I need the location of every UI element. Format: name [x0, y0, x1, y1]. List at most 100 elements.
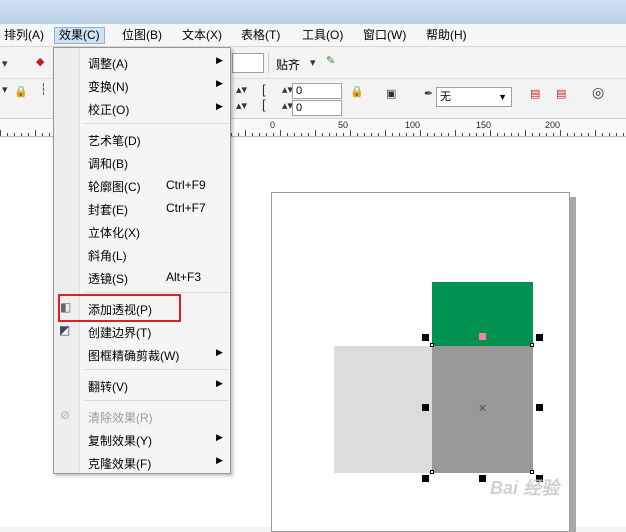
menu-item-label: 调和(B) — [88, 157, 128, 171]
menu-item-label: 轮廓图(C) — [88, 180, 141, 194]
ruler-tick — [357, 133, 358, 136]
to-front-icon[interactable]: ▤ — [530, 89, 540, 100]
menu-item-label: 图框精确剪裁(W) — [88, 349, 180, 363]
submenu-arrow-icon: ▶ — [216, 101, 223, 111]
ruler-tick — [462, 133, 463, 136]
dropdown-arrow-icon[interactable]: ▾ — [2, 85, 8, 96]
menu-item-label: 清除效果(R) — [88, 411, 153, 425]
offset-y-input[interactable]: 0 — [292, 100, 342, 116]
ruler-tick — [385, 130, 386, 136]
selection-handle[interactable] — [536, 404, 543, 411]
menu-separator — [84, 400, 228, 401]
baidu-watermark: Bai 经验 — [490, 478, 560, 498]
menu-bitmaps[interactable]: 位图(B) — [118, 27, 166, 44]
offset-x-input[interactable]: 0 — [292, 83, 342, 99]
menu-item-shortcut: Alt+F3 — [166, 270, 202, 284]
menu-item-extrude[interactable]: 立体化(X) — [54, 220, 230, 242]
menu-item-powerclip[interactable]: 图框精确剪裁(W) ▶ — [54, 343, 230, 365]
menu-item-label: 斜角(L) — [88, 249, 127, 263]
bracket-icon: [ — [262, 82, 266, 97]
pen-outline-icon[interactable]: ✒ — [424, 89, 433, 100]
ruler-tick — [231, 133, 232, 136]
submenu-arrow-icon: ▶ — [216, 347, 223, 357]
ruler-tick — [623, 133, 624, 136]
menu-separator — [84, 123, 228, 124]
menu-item-correction[interactable]: 校正(O) ▶ — [54, 97, 230, 119]
ruler-tick — [259, 133, 260, 136]
menu-item-label: 复制效果(Y) — [88, 434, 152, 448]
ruler-tick — [518, 133, 519, 136]
menu-item-label: 校正(O) — [88, 103, 130, 117]
menu-item-flip[interactable]: 翻转(V) ▶ — [54, 374, 230, 396]
ruler-tick — [287, 133, 288, 136]
selection-handle[interactable] — [479, 475, 486, 482]
menu-item-envelope[interactable]: 封套(E) Ctrl+F7 — [54, 197, 230, 219]
to-back-icon[interactable]: ▤ — [556, 89, 566, 100]
menu-item-label: 封套(E) — [88, 203, 128, 217]
node-handle[interactable] — [430, 470, 434, 474]
ruler-tick — [602, 133, 603, 136]
outline-width-select[interactable]: 无 ▼ — [436, 87, 512, 107]
snap-dropdown-icon[interactable]: ▾ — [310, 58, 316, 69]
import-icon[interactable]: ◆ — [36, 57, 44, 68]
light-gray-rectangle[interactable] — [334, 346, 434, 473]
selection-handle[interactable] — [422, 334, 429, 341]
menu-item-label: 创建边界(T) — [88, 326, 152, 340]
separator-icon: ┆ — [40, 84, 47, 96]
menu-item-artistic-media[interactable]: 艺术笔(D) — [54, 128, 230, 150]
menu-item-bevel[interactable]: 斜角(L) — [54, 243, 230, 265]
spin-up-icon[interactable]: ▴▾ — [236, 85, 247, 96]
menu-table[interactable]: 表格(T) — [237, 27, 284, 44]
ruler-label: 200 — [545, 120, 561, 130]
lock-ratio-icon[interactable]: 🔒 — [14, 87, 28, 98]
selection-handle[interactable] — [536, 334, 543, 341]
ruler-tick — [525, 130, 526, 136]
lock-icon[interactable]: 🔒 — [350, 87, 364, 98]
ruler-tick — [252, 133, 253, 136]
center-x-icon: ✕ — [478, 403, 488, 415]
menu-window[interactable]: 窗口(W) — [359, 27, 410, 44]
spin-down-icon[interactable]: ▴▾ — [236, 101, 247, 112]
zoom-combo[interactable] — [232, 53, 264, 73]
submenu-arrow-icon: ▶ — [216, 78, 223, 88]
ruler-tick — [504, 133, 505, 136]
ruler-tick — [434, 133, 435, 136]
selection-handle[interactable] — [422, 404, 429, 411]
menu-item-transform[interactable]: 变换(N) ▶ — [54, 74, 230, 96]
dropdown-arrow-icon[interactable]: ▾ — [2, 59, 8, 70]
ruler-tick — [21, 133, 22, 136]
menu-item-label: 艺术笔(D) — [88, 134, 141, 148]
menu-item-blend[interactable]: 调和(B) — [54, 151, 230, 173]
ruler-tick — [49, 133, 50, 136]
convert-curves-icon[interactable]: ◎ — [592, 85, 604, 99]
menu-item-label: 变换(N) — [88, 80, 129, 94]
ruler-tick — [0, 130, 1, 136]
wrap-text-icon[interactable]: ▣ — [386, 89, 396, 100]
menu-item-copy-effect[interactable]: 复制效果(Y) ▶ — [54, 428, 230, 450]
selection-handle[interactable] — [422, 475, 429, 482]
snap-to-button[interactable]: 贴齐 — [276, 56, 300, 73]
menu-text[interactable]: 文本(X) — [178, 27, 226, 44]
menu-tools[interactable]: 工具(O) — [298, 27, 347, 44]
menu-effects[interactable]: 效果(C) — [54, 27, 105, 44]
menu-bar: 排列(A) 效果(C) 位图(B) 文本(X) 表格(T) 工具(O) 窗口(W… — [0, 24, 626, 47]
menu-item-lens[interactable]: 透镜(S) Alt+F3 — [54, 266, 230, 288]
ruler-tick — [420, 130, 421, 136]
menu-arrange[interactable]: 排列(A) — [0, 27, 48, 44]
menu-item-adjust[interactable]: 调整(A) ▶ — [54, 51, 230, 73]
ruler-tick — [427, 133, 428, 136]
node-handle[interactable] — [430, 343, 434, 347]
menu-item-clone-effect[interactable]: 克隆效果(F) ▶ — [54, 451, 230, 473]
ruler-tick — [574, 133, 575, 136]
submenu-arrow-icon: ▶ — [216, 55, 223, 65]
menu-help[interactable]: 帮助(H) — [422, 27, 471, 44]
ruler-tick — [14, 133, 15, 136]
node-handle[interactable] — [530, 343, 534, 347]
menu-item-create-boundary[interactable]: ◩ 创建边界(T) — [54, 320, 230, 342]
toolbar-divider — [268, 53, 269, 73]
ruler-tick — [532, 133, 533, 136]
options-icon[interactable]: ✎ — [326, 56, 335, 67]
menu-item-contour[interactable]: 轮廓图(C) Ctrl+F9 — [54, 174, 230, 196]
window-title-bar — [0, 0, 626, 24]
submenu-arrow-icon: ▶ — [216, 378, 223, 388]
